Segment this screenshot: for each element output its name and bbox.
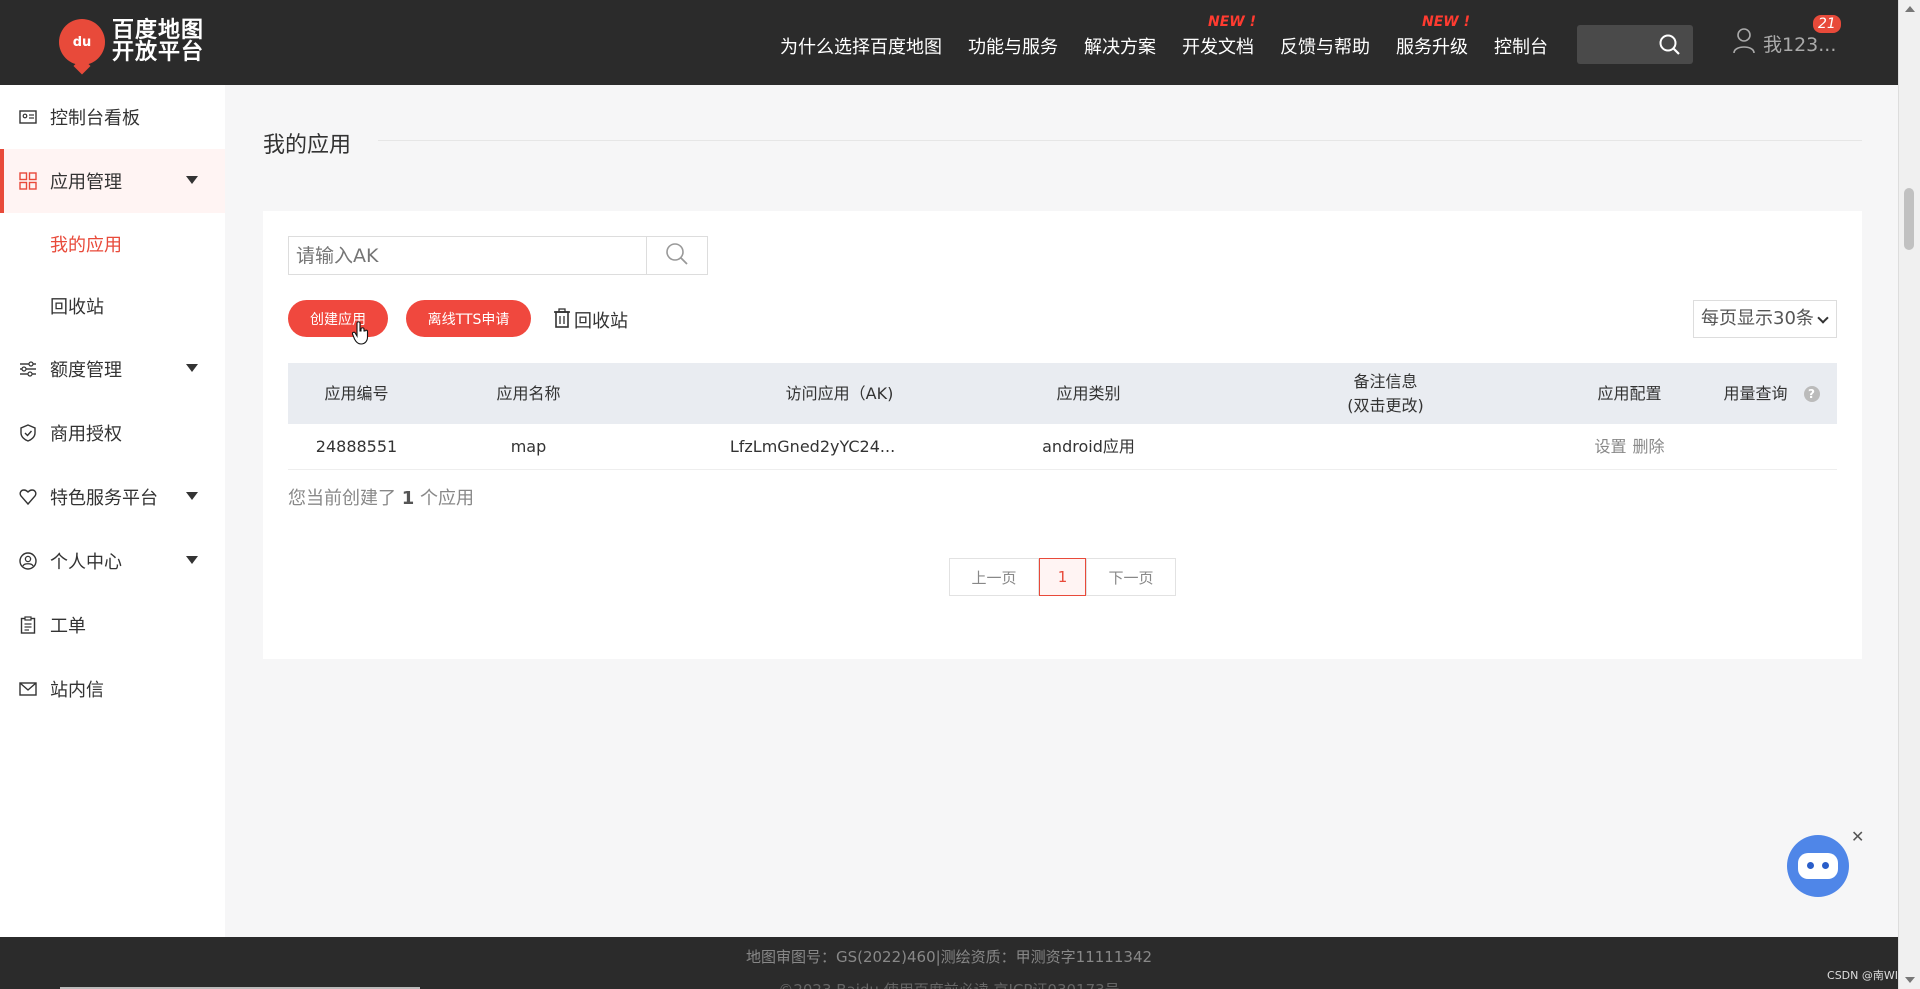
footer: 地图审图号：GS(2022)460|测绘资质：甲测资字11111342 ©202… (0, 937, 1898, 989)
delete-link[interactable]: 删除 (1633, 435, 1665, 459)
top-navigation-bar: du 百度地图 开放平台 为什么选择百度地图 功能与服务 解决方案 开发文档 NE… (0, 0, 1898, 85)
vertical-scrollbar[interactable] (1898, 0, 1920, 989)
new-badge: NEW ! (1208, 14, 1256, 30)
cell-ak[interactable]: LfzLmGned2yYC24... (706, 424, 919, 469)
scroll-up-arrow[interactable] (1905, 6, 1915, 12)
col-usage-query: 用量查询 ? (1706, 363, 1837, 424)
recycle-bin-link[interactable]: 回收站 (553, 307, 628, 333)
col-app-name: 应用名称 (496, 383, 561, 403)
cell-config-actions: 设置 删除 (1561, 424, 1698, 469)
clipboard-icon (19, 616, 37, 634)
sidebar: 控制台看板 应用管理 我的应用 回收站 额度管理 商用授权 特色服务平台 个人中… (0, 85, 225, 937)
sliders-icon (19, 360, 37, 378)
nav-service-upgrade[interactable]: 服务升级 NEW ! (1396, 14, 1470, 59)
col-app-category: 应用类别 (1056, 383, 1121, 403)
mail-icon (19, 680, 37, 698)
nav-features-services[interactable]: 功能与服务 (968, 33, 1058, 59)
new-badge: NEW ! (1422, 14, 1470, 30)
nav-dev-docs[interactable]: 开发文档 NEW ! (1182, 14, 1256, 59)
sidebar-item-featured-services[interactable]: 特色服务平台 (0, 465, 225, 529)
sidebar-item-personal-center[interactable]: 个人中心 (0, 529, 225, 593)
cell-app-id: 24888551 (315, 436, 398, 456)
dashboard-icon (19, 108, 37, 126)
sidebar-item-commercial-license[interactable]: 商用授权 (0, 401, 225, 465)
sidebar-item-messages[interactable]: 站内信 (0, 657, 225, 721)
chevron-down-icon[interactable] (186, 176, 198, 184)
sidebar-subitem-recycle-bin[interactable]: 回收站 (0, 275, 225, 337)
user-menu[interactable]: 我123... 21 (1733, 15, 1841, 58)
scroll-thumb[interactable] (1904, 188, 1914, 250)
pager-prev-button[interactable]: 上一页 (949, 558, 1039, 596)
user-name[interactable]: 我123... (1763, 30, 1836, 57)
help-icon[interactable]: ? (1803, 385, 1820, 402)
chevron-down-icon[interactable] (186, 492, 198, 500)
shield-icon (19, 424, 37, 442)
notification-badge[interactable]: 21 (1813, 15, 1841, 33)
ak-search-button[interactable] (646, 236, 708, 275)
nav-why-baidu-map[interactable]: 为什么选择百度地图 (780, 33, 942, 59)
offline-tts-apply-button[interactable]: 离线TTS申请 (406, 300, 531, 337)
pager-next-button[interactable]: 下一页 (1086, 558, 1176, 596)
nav-solutions[interactable]: 解决方案 (1084, 33, 1156, 59)
table-header: 应用编号 应用名称 访问应用（AK) 应用类别 备注信息 (双击更改) 应用配置… (288, 363, 1837, 424)
page-title: 我的应用 (263, 133, 352, 158)
footer-license-text: 地图审图号：GS(2022)460|测绘资质：甲测资字11111342 (745, 948, 1153, 966)
cell-notes[interactable] (1293, 424, 1478, 469)
cell-app-name: map (510, 436, 547, 456)
close-icon[interactable]: ✕ (1851, 827, 1864, 846)
search-icon (665, 242, 689, 270)
settings-link[interactable]: 设置 (1594, 435, 1626, 459)
table-row: 24888551 map LfzLmGned2yYC24... android应… (288, 424, 1837, 470)
main-nav: 为什么选择百度地图 功能与服务 解决方案 开发文档 NEW ! 反馈与帮助 服务升… (780, 14, 1574, 59)
nav-feedback-help[interactable]: 反馈与帮助 (1280, 33, 1370, 59)
ak-search-input[interactable] (288, 236, 647, 275)
user-icon (1733, 28, 1755, 58)
sidebar-subitem-my-apps[interactable]: 我的应用 (0, 213, 225, 275)
cell-category: android应用 (1042, 436, 1135, 456)
col-notes: 备注信息 (双击更改) (1347, 371, 1424, 415)
scroll-down-arrow[interactable] (1905, 977, 1915, 983)
pager-page-1[interactable]: 1 (1039, 558, 1086, 596)
chevron-down-icon (1817, 312, 1829, 324)
watermark: CSDN @南WI (1827, 969, 1898, 982)
app-count-note: 您当前创建了 1 个应用 (288, 488, 474, 509)
chevron-down-icon[interactable] (186, 364, 198, 372)
search-icon[interactable] (1659, 34, 1681, 60)
robot-icon (1798, 853, 1838, 879)
trash-icon (553, 307, 571, 333)
nav-console[interactable]: 控制台 (1494, 33, 1548, 59)
heart-icon (19, 488, 37, 506)
sidebar-item-dashboard[interactable]: 控制台看板 (0, 85, 225, 149)
baidu-pin-icon: du (59, 19, 105, 65)
col-app-id: 应用编号 (324, 383, 389, 403)
create-app-button[interactable]: 创建应用 (288, 300, 388, 337)
col-app-config: 应用配置 (1597, 383, 1662, 403)
grid-icon (19, 172, 37, 190)
apps-table: 应用编号 应用名称 访问应用（AK) 应用类别 备注信息 (双击更改) 应用配置… (288, 363, 1837, 470)
cursor-hand-icon (352, 321, 369, 345)
chevron-down-icon[interactable] (186, 556, 198, 564)
col-access-ak: 访问应用（AK) (785, 383, 894, 403)
baidu-map-logo[interactable]: du 百度地图 开放平台 (59, 19, 204, 65)
sidebar-item-app-management[interactable]: 应用管理 (0, 149, 225, 213)
sidebar-item-quota-management[interactable]: 额度管理 (0, 337, 225, 401)
apps-card: 创建应用 离线TTS申请 回收站 每页显示30条 应用编号 应用名称 访问应用（… (263, 211, 1862, 659)
sidebar-item-work-order[interactable]: 工单 (0, 593, 225, 657)
assistant-robot-button[interactable] (1787, 835, 1849, 897)
header-search-box[interactable] (1577, 25, 1693, 64)
per-page-select[interactable]: 每页显示30条 (1693, 300, 1837, 338)
user-circle-icon (19, 552, 37, 570)
logo-text: 百度地图 开放平台 (112, 18, 205, 65)
title-divider (378, 140, 1862, 141)
